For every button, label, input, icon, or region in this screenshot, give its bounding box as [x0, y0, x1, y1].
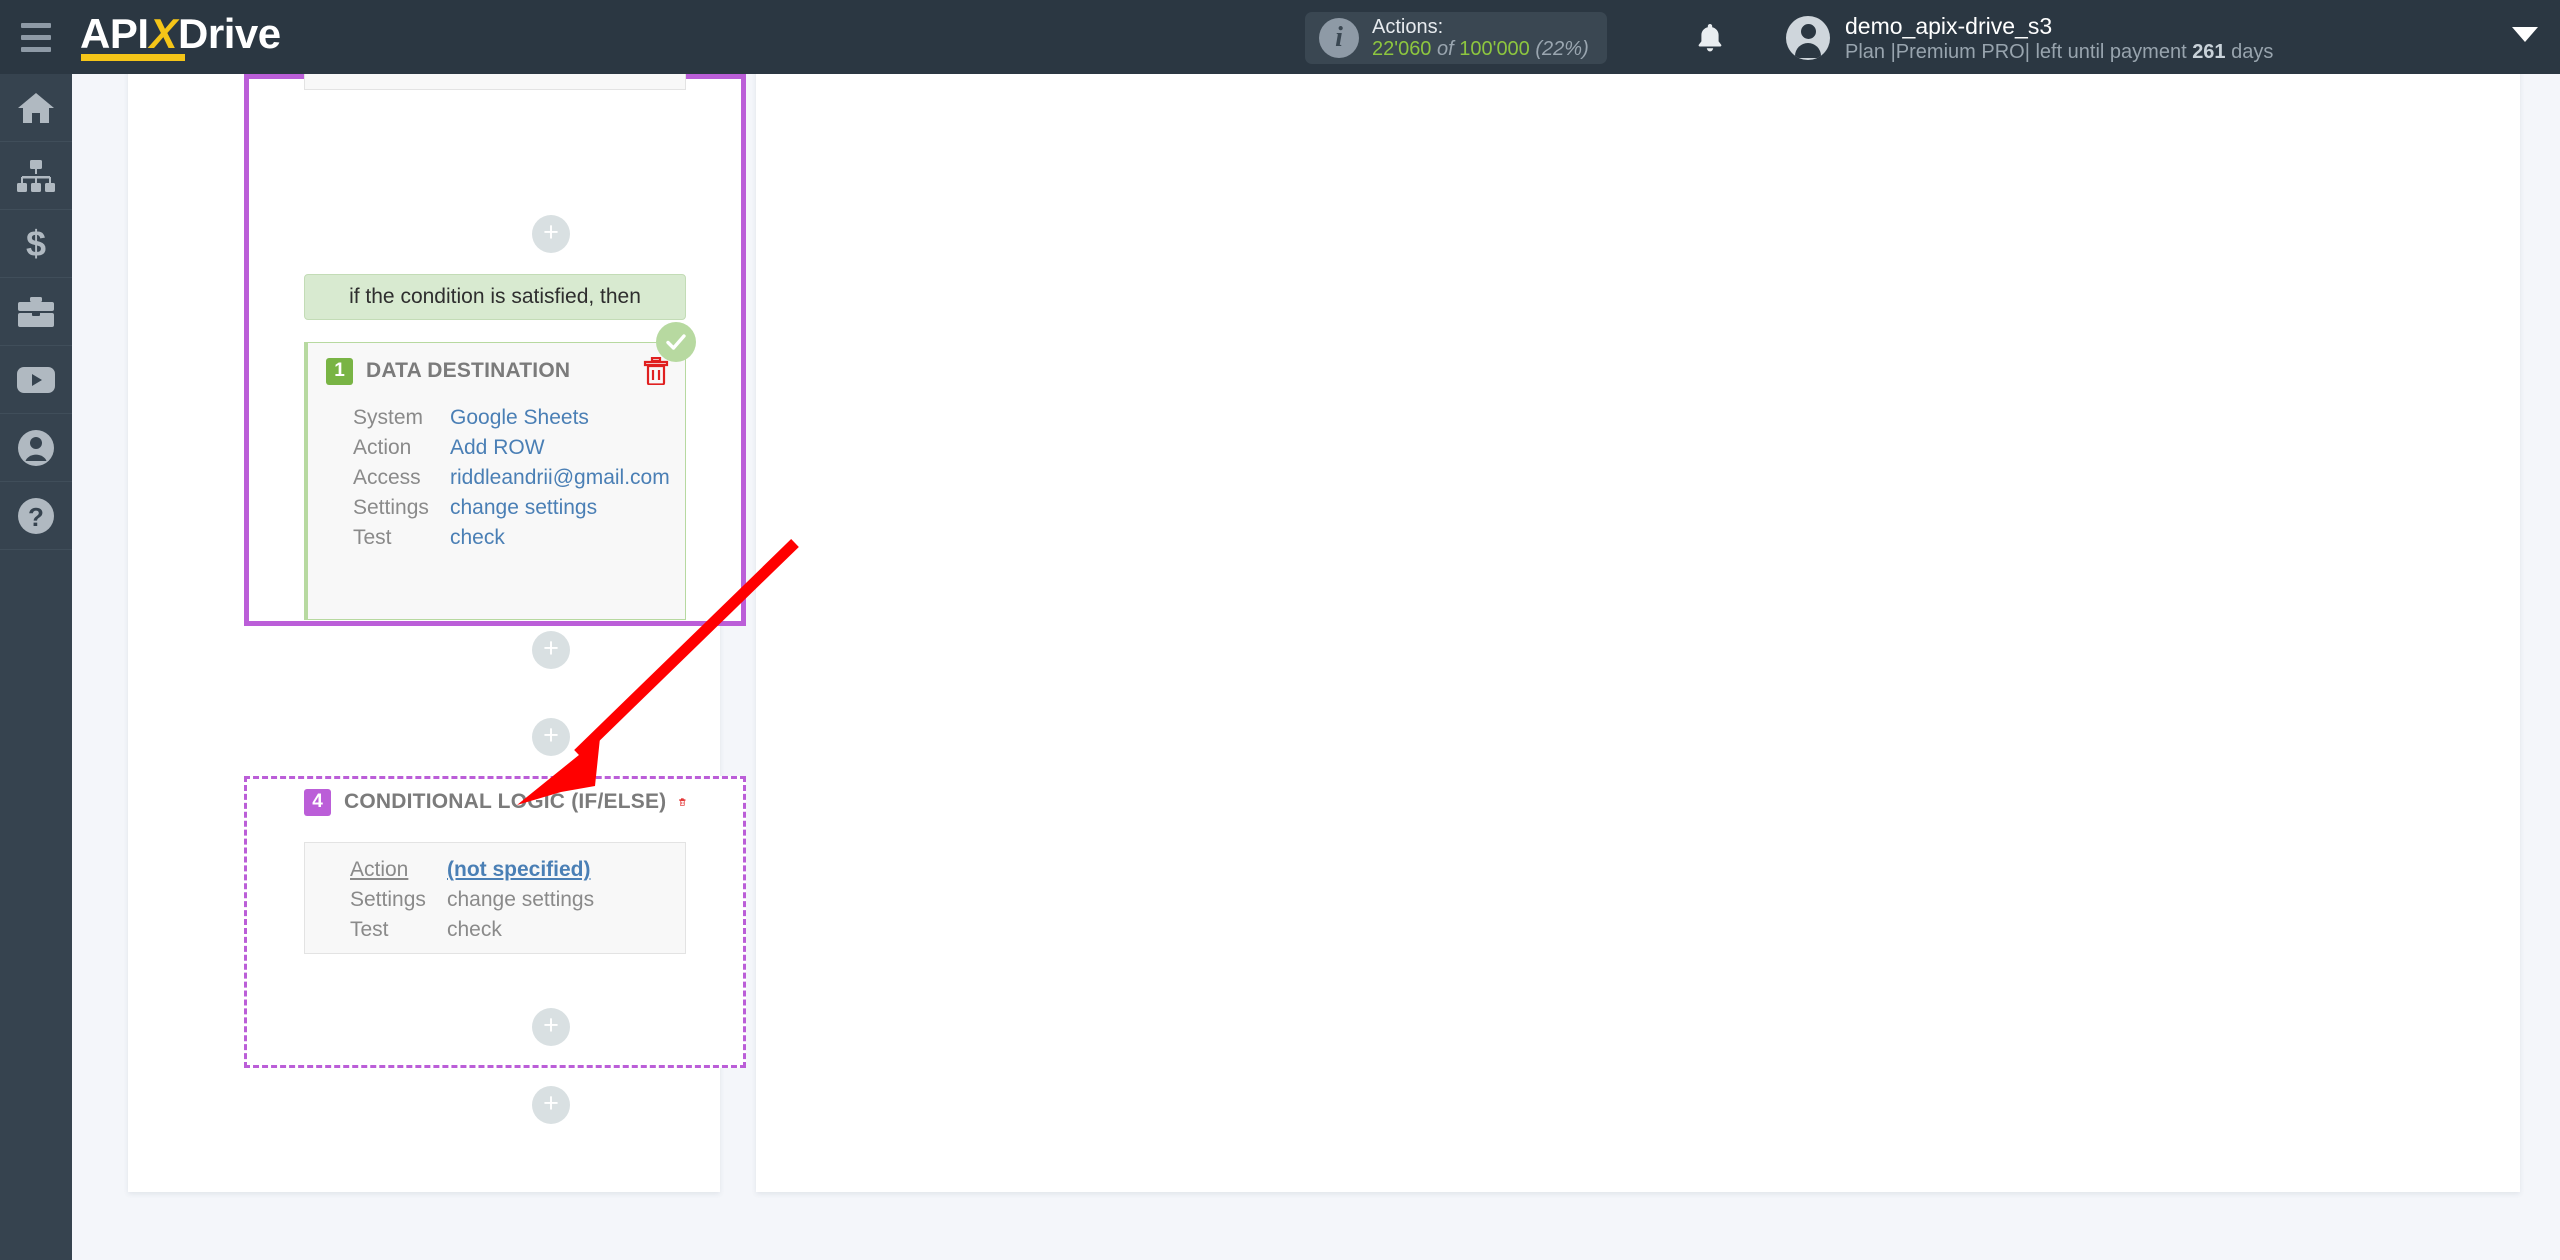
row-value[interactable]: riddleandrii@gmail.com: [450, 463, 685, 493]
hamburger-line: [21, 34, 51, 40]
account-plan-prefix: Plan |Premium PRO| left until payment: [1845, 41, 2193, 64]
data-destination-card[interactable]: 1 DATA DESTINATION System Google Sheets …: [304, 342, 686, 620]
conditional-logic-card-header: 4 CONDITIONAL LOGIC (IF/ELSE): [304, 788, 686, 816]
row-value[interactable]: Add ROW: [450, 433, 685, 463]
logo-underline: [81, 54, 185, 61]
sidebar-item-billing[interactable]: $: [0, 210, 72, 278]
table-row: System Google Sheets: [308, 403, 685, 433]
info-icon: i: [1319, 18, 1359, 58]
table-row: Access riddleandrii@gmail.com: [308, 463, 685, 493]
hamburger-line: [21, 22, 51, 28]
question-circle-icon: ?: [18, 497, 54, 534]
account-info[interactable]: demo_apix-drive_s3 Plan |Premium PRO| le…: [1845, 12, 2273, 64]
row-key: System: [353, 406, 424, 429]
account-plan-suffix: days: [2225, 41, 2274, 64]
add-step-button-bottom[interactable]: +: [532, 1086, 570, 1124]
card-title: CONDITIONAL LOGIC (IF/ELSE): [344, 790, 667, 813]
row-value[interactable]: change settings: [450, 493, 685, 523]
sidebar-item-help[interactable]: ?: [0, 482, 72, 550]
notification-bell-icon[interactable]: [1690, 19, 1730, 59]
row-key: Action: [350, 858, 409, 881]
add-step-button-after-branch[interactable]: +: [532, 718, 570, 756]
avatar-head: [1800, 24, 1816, 39]
details-panel: [756, 0, 2520, 1192]
svg-text:$: $: [26, 225, 46, 263]
step-number-badge: 1: [326, 357, 353, 385]
row-key: Test: [353, 526, 392, 549]
actions-label: Actions:: [1372, 15, 1444, 38]
add-step-button-in-conditional[interactable]: +: [532, 1008, 570, 1046]
table-row: Settings change settings: [308, 493, 685, 523]
briefcase-icon: [18, 296, 54, 327]
row-key: Settings: [350, 888, 426, 911]
actions-percent: (22%): [1535, 38, 1589, 60]
sidebar-item-profile[interactable]: [0, 414, 72, 482]
row-key: Settings: [353, 496, 429, 519]
actions-of: of: [1437, 38, 1454, 60]
card-title: DATA DESTINATION: [366, 359, 571, 382]
left-sidebar: $ ?: [0, 74, 72, 1260]
sidebar-item-video[interactable]: [0, 346, 72, 414]
check-circle-icon: [656, 322, 696, 362]
table-row: Test check: [305, 915, 685, 945]
sidebar-item-business[interactable]: [0, 278, 72, 346]
row-value[interactable]: check: [447, 915, 685, 945]
dollar-icon: $: [26, 225, 46, 263]
actions-used: 22'060: [1372, 38, 1432, 60]
checkmark-glyph: [666, 334, 686, 350]
avatar[interactable]: [1786, 16, 1830, 60]
add-step-button[interactable]: +: [532, 215, 570, 253]
main-content: Test check + if the condition is satisfi…: [72, 0, 2560, 1260]
top-header-bar: APIXDrive i Actions: 22'060 of 100'000 (…: [0, 0, 2560, 74]
user-circle-icon: [18, 429, 54, 466]
row-key: Action: [353, 436, 412, 459]
sitemap-icon: [17, 159, 55, 192]
chevron-down-icon[interactable]: [2512, 27, 2538, 42]
apixdrive-logo[interactable]: APIXDrive: [80, 13, 281, 61]
add-step-button-in-branch[interactable]: +: [532, 631, 570, 669]
trash-icon[interactable]: [643, 357, 669, 385]
row-key: Access: [353, 466, 421, 489]
table-row: Settings change settings: [305, 885, 685, 915]
account-plan-days: 261: [2192, 41, 2226, 64]
table-row: Action (not specified): [305, 855, 685, 885]
actions-quota-chip[interactable]: i Actions: 22'060 of 100'000 (22%): [1305, 12, 1607, 64]
row-value-action[interactable]: (not specified): [447, 855, 685, 885]
sidebar-item-home[interactable]: [0, 74, 72, 142]
logo-text-api: API: [80, 10, 149, 57]
row-key: Test: [350, 918, 389, 941]
row-value[interactable]: change settings: [447, 885, 685, 915]
table-row: Action Add ROW: [308, 433, 685, 463]
step-number-badge: 4: [304, 788, 331, 816]
table-row: Test check: [308, 523, 685, 553]
condition-satisfied-label: if the condition is satisfied, then: [304, 274, 686, 320]
trash-icon[interactable]: [679, 788, 686, 816]
row-value[interactable]: check: [450, 523, 685, 553]
logo-text-drive: Drive: [178, 10, 281, 57]
row-value[interactable]: Google Sheets: [450, 403, 685, 433]
hamburger-menu-icon[interactable]: [0, 0, 72, 74]
svg-text:?: ?: [28, 502, 44, 532]
account-username: demo_apix-drive_s3: [1845, 13, 2053, 39]
account-plan: Plan |Premium PRO| left until payment 26…: [1845, 40, 2273, 64]
conditional-logic-rows[interactable]: Action (not specified) Settings change s…: [304, 842, 686, 954]
actions-total: 100'000: [1459, 38, 1530, 60]
hamburger-line: [21, 46, 51, 52]
avatar-body: [1795, 43, 1821, 58]
home-icon: [18, 92, 54, 123]
logo-text-x: X: [149, 10, 178, 57]
sidebar-item-connections[interactable]: [0, 142, 72, 210]
youtube-icon: [17, 366, 55, 393]
